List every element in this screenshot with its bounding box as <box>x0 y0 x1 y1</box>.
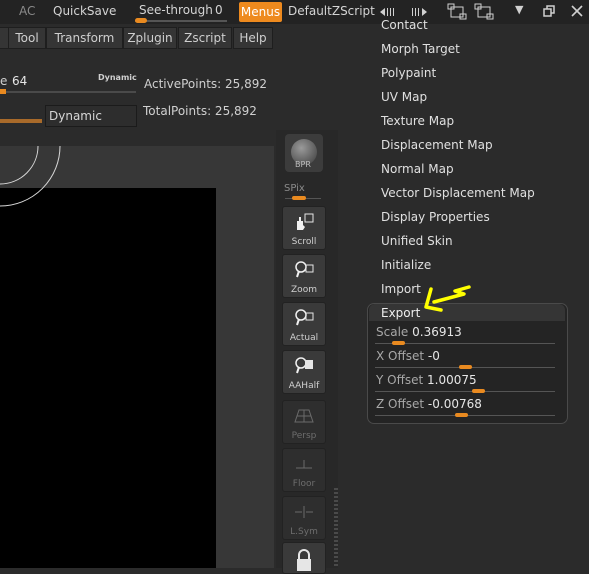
menus-button[interactable]: Menus <box>239 2 282 22</box>
z-offset-label: Z Offset <box>376 397 425 411</box>
quicksave-button[interactable]: QuickSave <box>53 4 116 18</box>
scroll-hand-icon <box>297 213 314 230</box>
x-offset-label: X Offset <box>376 349 425 363</box>
brush-cursor-ring <box>0 146 61 207</box>
lsym-button[interactable]: L.Sym <box>282 496 326 540</box>
export-title: Export <box>381 306 421 320</box>
zoom-label: Zoom <box>291 285 317 295</box>
see-through-label: See-through <box>139 3 213 17</box>
actual-label: Actual <box>289 333 319 343</box>
z-offset-slider[interactable]: Z Offset -0.00768 <box>371 396 557 418</box>
menu-item-morph-target[interactable]: Morph Target <box>381 42 460 56</box>
z-offset-knob[interactable] <box>455 413 469 417</box>
annotation-arrow-icon <box>424 285 471 312</box>
spix-label: SPix <box>284 183 305 194</box>
persp-label: Persp <box>291 431 317 441</box>
draw-size-track <box>0 91 136 93</box>
scale-value: 0.36913 <box>412 325 462 339</box>
spix-knob[interactable] <box>292 196 306 200</box>
menu-item-display-properties[interactable]: Display Properties <box>381 210 490 224</box>
menu-item-texture-map[interactable]: Texture Map <box>381 114 454 128</box>
menu-item-vector-displacement-map[interactable]: Vector Displacement Map <box>381 186 535 200</box>
see-through-slider[interactable]: See-through 0 <box>133 1 229 23</box>
bpr-label: BPR <box>295 160 311 169</box>
restore-window-icon[interactable] <box>543 5 555 17</box>
ui-layout-icon[interactable] <box>447 3 467 21</box>
aahalf-label: AAHalf <box>288 381 320 391</box>
floor-grid-icon <box>296 460 312 469</box>
y-offset-label: Y Offset <box>376 373 424 387</box>
shelf-scroll-grip[interactable] <box>334 488 338 568</box>
aahalf-button[interactable]: AAHalf <box>282 350 326 394</box>
y-offset-value: 1.00075 <box>427 373 477 387</box>
draw-size-label: e <box>0 74 8 88</box>
z-offset-value: -0.00768 <box>427 397 482 411</box>
active-points-readout: ActivePoints: 25,892 <box>144 77 268 91</box>
menu-item-contact[interactable]: Contact <box>381 18 428 32</box>
draw-size-slider[interactable]: e 64 Dynamic <box>0 72 140 94</box>
actual-size-icon <box>295 309 314 326</box>
scroll-label: Scroll <box>291 237 317 247</box>
y-offset-knob[interactable] <box>471 389 485 393</box>
spix-slider[interactable]: SPix <box>283 183 323 203</box>
zoom-button[interactable]: Zoom <box>282 254 326 298</box>
actual-button[interactable]: Actual <box>282 302 326 346</box>
default-zscript-button[interactable]: DefaultZScript <box>288 4 375 18</box>
dynamic-button[interactable]: Dynamic <box>45 105 137 127</box>
menu-item-initialize[interactable]: Initialize <box>381 258 431 272</box>
x-offset-value: -0 <box>427 349 440 363</box>
draw-size-knob[interactable] <box>0 89 6 94</box>
scale-label: Scale <box>376 325 409 339</box>
close-icon[interactable] <box>571 5 583 17</box>
zoom-magnifier-icon <box>295 261 314 278</box>
document-canvas[interactable] <box>0 188 216 568</box>
x-offset-knob[interactable] <box>458 365 472 369</box>
bpr-button[interactable]: BPR <box>285 134 323 172</box>
y-offset-track <box>375 391 555 392</box>
perspective-grid-icon <box>294 409 314 423</box>
ac-button[interactable]: AC <box>19 4 35 18</box>
x-offset-slider[interactable]: X Offset -0 <box>371 348 557 370</box>
menu-item-displacement-map[interactable]: Displacement Map <box>381 138 493 152</box>
focal-shift-fill <box>0 119 42 123</box>
see-through-track <box>135 20 227 22</box>
scale-knob[interactable] <box>391 341 405 345</box>
menu-item-unified-skin[interactable]: Unified Skin <box>381 234 453 248</box>
menu-tab-transform[interactable]: Transform <box>46 27 123 49</box>
lock-button[interactable] <box>282 542 326 574</box>
see-through-value: 0 <box>215 3 223 17</box>
dynamic-small-label: Dynamic <box>98 73 137 82</box>
menu-item-normal-map[interactable]: Normal Map <box>381 162 454 176</box>
menu-tab-tool[interactable]: Tool <box>8 27 46 49</box>
lsym-label: L.Sym <box>290 527 318 537</box>
total-points-readout: TotalPoints: 25,892 <box>143 104 257 118</box>
menu-item-uv-map[interactable]: UV Map <box>381 90 427 104</box>
aahalf-magnifier-icon <box>295 357 313 374</box>
see-through-knob[interactable] <box>135 18 147 23</box>
scale-slider[interactable]: Scale 0.36913 <box>371 324 557 346</box>
layout-arrows-icon[interactable] <box>378 5 430 19</box>
menu-item-import[interactable]: Import <box>381 282 421 296</box>
local-symmetry-icon <box>295 506 313 518</box>
y-offset-slider[interactable]: Y Offset 1.00075 <box>371 372 557 394</box>
scroll-button[interactable]: Scroll <box>282 206 326 250</box>
menu-tab-help[interactable]: Help <box>233 27 273 49</box>
ui-layout-swap-icon[interactable] <box>474 3 494 21</box>
menu-item-polypaint[interactable]: Polypaint <box>381 66 436 80</box>
floor-button[interactable]: Floor <box>282 448 326 492</box>
tool-palette <box>366 24 589 568</box>
menu-tab-zscript[interactable]: Zscript <box>178 27 232 49</box>
persp-button[interactable]: Persp <box>282 400 326 444</box>
floor-label: Floor <box>292 479 316 489</box>
menu-tab-zplugin[interactable]: Zplugin <box>123 27 177 49</box>
dynamic-button-label: Dynamic <box>49 109 102 123</box>
draw-size-value: 64 <box>12 74 28 88</box>
chevron-down-icon[interactable]: ▼ <box>515 3 523 16</box>
